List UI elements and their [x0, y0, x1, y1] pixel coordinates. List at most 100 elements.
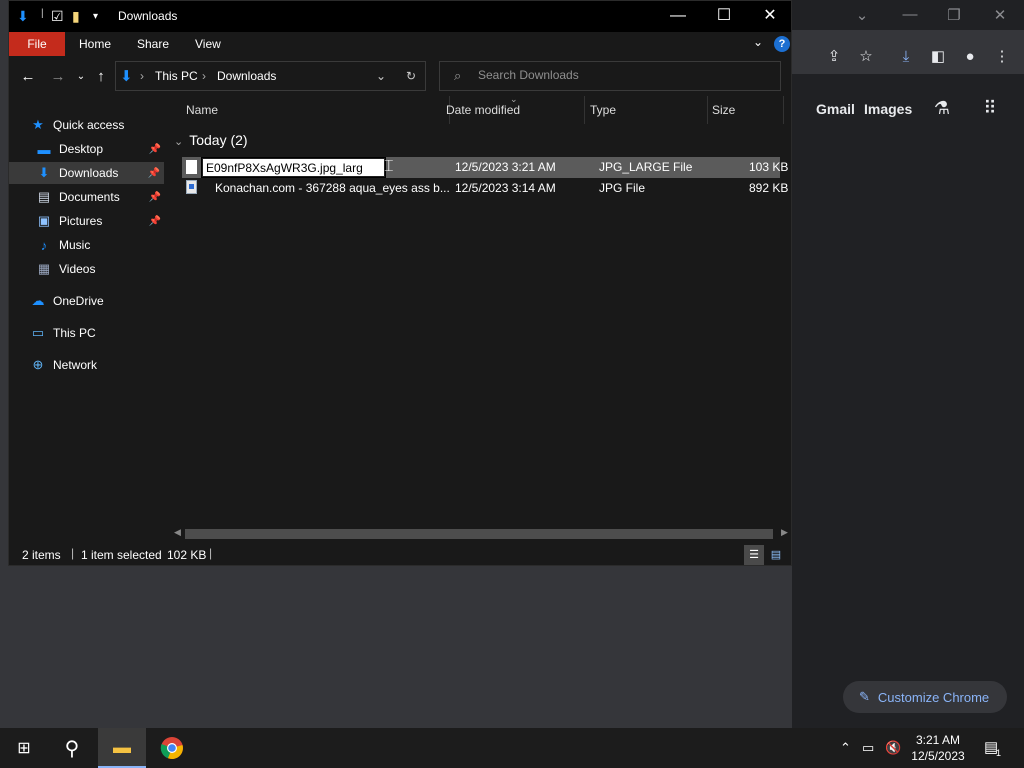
customize-chrome-button[interactable]: ✎ Customize Chrome: [843, 681, 1007, 713]
pencil-icon: ✎: [859, 689, 870, 704]
downloads-icon: ⬇: [38, 165, 50, 180]
file-size: 892 KB: [749, 181, 789, 195]
search-input[interactable]: [478, 68, 768, 82]
download-icon[interactable]: ⤓: [896, 47, 916, 67]
refresh-icon[interactable]: ↻: [406, 69, 416, 83]
search-button[interactable]: ⚲: [48, 728, 96, 768]
share-icon[interactable]: ⇪: [824, 47, 844, 67]
chrome-close-button[interactable]: ✕: [988, 6, 1012, 24]
minimize-button[interactable]: —: [655, 5, 701, 29]
collapse-chevron-icon: ⌄: [174, 136, 184, 148]
close-button[interactable]: ✕: [747, 5, 793, 29]
start-button[interactable]: ⊞: [0, 728, 48, 768]
maximize-button[interactable]: ☐: [701, 5, 747, 29]
gmail-link[interactable]: Gmail: [816, 101, 855, 117]
taskbar: ⊞ ⚲ ▬ ⌃ ▭ 🔇 3:21 AM 12/5/2023 ▤ 1: [0, 728, 1024, 768]
file-explorer-taskbar-button[interactable]: ▬: [98, 728, 146, 768]
status-divider: |: [209, 546, 213, 560]
tab-view[interactable]: View: [195, 37, 221, 51]
new-folder-icon[interactable]: ▮: [72, 8, 80, 25]
file-size: 103 KB: [749, 160, 789, 174]
column-header-type[interactable]: Type: [584, 96, 708, 124]
sidebar-item-music[interactable]: ♪ Music: [35, 234, 165, 256]
computer-icon: ▭: [31, 325, 45, 340]
volume-muted-icon[interactable]: 🔇: [885, 740, 901, 756]
sidebar-item-videos[interactable]: ▦ Videos: [35, 258, 165, 280]
customize-qat-icon[interactable]: ▾: [93, 11, 98, 22]
sidebar-item-documents[interactable]: ▤ Documents 📌: [35, 186, 165, 208]
properties-icon[interactable]: ☑: [51, 8, 64, 25]
apps-grid-icon[interactable]: ⠿: [980, 98, 1000, 118]
scroll-right-icon[interactable]: ▶: [781, 527, 788, 538]
videos-icon: ▦: [37, 261, 51, 276]
pin-icon: 📌: [148, 215, 161, 227]
chrome-taskbar-button[interactable]: [148, 728, 196, 768]
chevron-down-icon[interactable]: ⌄: [376, 69, 386, 83]
sidebar-item-label: Desktop: [59, 142, 104, 156]
column-header-name[interactable]: Name: [180, 96, 450, 124]
mouse-cursor-icon: ⌶: [384, 158, 394, 175]
breadcrumb-downloads[interactable]: Downloads: [217, 69, 276, 83]
sidebar-item-network[interactable]: ⊕ Network: [29, 354, 184, 376]
clock[interactable]: 3:21 AM 12/5/2023: [906, 732, 970, 764]
tab-share[interactable]: Share: [137, 37, 169, 51]
up-button[interactable]: ↑: [92, 68, 110, 85]
sidebar-item-pictures[interactable]: ▣ Pictures 📌: [35, 210, 165, 232]
horizontal-scrollbar[interactable]: ◀ ▶: [171, 527, 791, 541]
sidebar-item-quick-access[interactable]: ★ Quick access: [29, 114, 184, 136]
show-hidden-icons-icon[interactable]: ⌃: [840, 740, 851, 756]
profile-icon[interactable]: ●: [960, 47, 980, 67]
bookmark-star-icon[interactable]: ☆: [856, 47, 876, 67]
breadcrumb-this-pc[interactable]: This PC: [155, 69, 198, 83]
file-date: 12/5/2023 3:21 AM: [455, 160, 556, 174]
forward-button[interactable]: →: [49, 68, 67, 85]
selection-count: 1 item selected: [81, 548, 162, 562]
status-bar: 2 items | 1 item selected 102 KB | ☰ ▤: [9, 543, 791, 565]
back-button[interactable]: ←: [19, 68, 37, 85]
selection-size: 102 KB: [167, 548, 207, 562]
chrome-tabbar: ⌄ — ❐ ✕: [790, 0, 1024, 30]
chrome-menu-icon[interactable]: ⋮: [992, 47, 1012, 67]
sidebar-item-this-pc[interactable]: ▭ This PC: [29, 322, 184, 344]
search-box[interactable]: ⌕: [439, 61, 781, 91]
scrollbar-thumb[interactable]: [185, 529, 773, 539]
address-bar[interactable]: ⬇ › This PC › Downloads ⌄ ↻: [115, 61, 426, 91]
network-tray-icon[interactable]: ▭: [862, 740, 874, 756]
title-bar: ⬇ | ☑ ▮ ▾ Downloads — ☐ ✕: [9, 1, 791, 32]
table-row[interactable]: 12/5/2023 3:21 AM JPG_LARGE File 103 KB: [182, 157, 788, 178]
table-row[interactable]: Konachan.com - 367288 aqua_eyes ass b...…: [182, 178, 788, 199]
chrome-restore-button[interactable]: ❐: [942, 6, 966, 24]
labs-flask-icon[interactable]: ⚗: [932, 98, 952, 118]
file-type: JPG File: [599, 181, 646, 195]
group-header[interactable]: ⌄ Today (2): [174, 132, 248, 148]
details-view-icon[interactable]: ☰: [744, 545, 764, 565]
large-icons-view-icon[interactable]: ▤: [766, 545, 786, 565]
sidebar-item-label: Pictures: [59, 214, 103, 228]
sidebar-item-downloads[interactable]: ⬇ Downloads 📌: [9, 162, 164, 184]
windows-logo-icon: ⊞: [17, 740, 31, 757]
downloads-folder-icon: ⬇: [17, 8, 29, 24]
scroll-left-icon[interactable]: ◀: [174, 527, 181, 538]
chrome-minimize-button[interactable]: —: [898, 6, 922, 23]
pin-icon: 📌: [147, 167, 160, 179]
tab-file[interactable]: File: [9, 32, 65, 56]
tab-home[interactable]: Home: [79, 37, 111, 51]
customize-chrome-label: Customize Chrome: [877, 689, 990, 705]
group-header-label: Today (2): [189, 132, 248, 148]
rename-input[interactable]: [201, 157, 386, 178]
help-button[interactable]: ?: [774, 36, 790, 52]
folder-icon: ▬: [113, 736, 131, 757]
tab-search-icon[interactable]: ⌄: [850, 6, 874, 24]
expand-ribbon-icon[interactable]: ⌄: [753, 35, 763, 49]
pin-icon: 📌: [148, 143, 161, 155]
notification-count: 1: [996, 748, 1002, 758]
sidebar-item-label: Network: [53, 358, 98, 372]
recent-locations-icon[interactable]: ⌄: [72, 71, 90, 82]
status-divider: |: [71, 546, 75, 560]
documents-icon: ▤: [37, 189, 51, 204]
sidebar-item-onedrive[interactable]: ☁ OneDrive: [29, 290, 184, 312]
sidebar-item-desktop[interactable]: ▬ Desktop 📌: [35, 138, 165, 160]
column-header-size[interactable]: Size: [706, 96, 784, 124]
images-link[interactable]: Images: [864, 101, 912, 117]
side-panel-icon[interactable]: ◧: [928, 47, 948, 67]
